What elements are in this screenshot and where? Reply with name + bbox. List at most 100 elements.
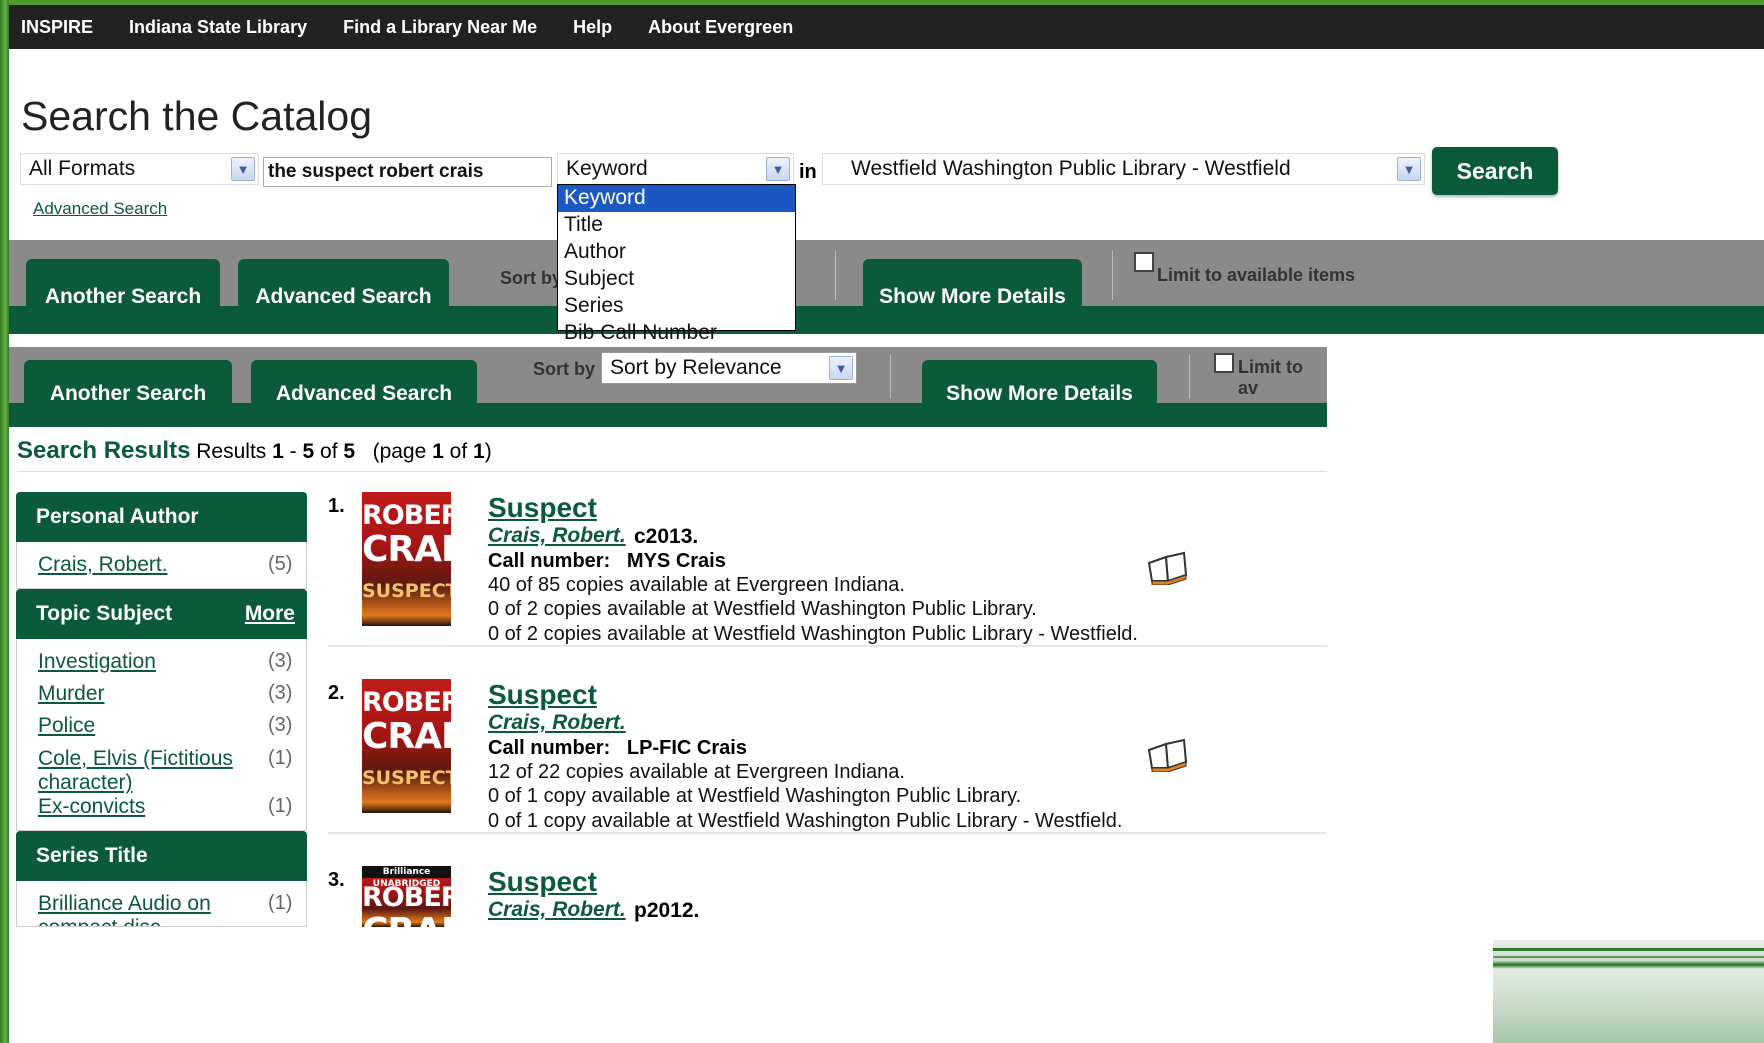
result-availability: 12 of 22 copies available at Evergreen I… [488, 761, 905, 783]
search-type-option-series[interactable]: Series [558, 293, 795, 320]
cover-author-first: ROBERT [362, 500, 451, 531]
result-availability: 0 of 1 copy available at Westfield Washi… [488, 785, 1022, 807]
search-type-select[interactable]: Keyword ▼ [557, 153, 794, 185]
result-title-link[interactable]: Suspect [488, 679, 597, 711]
facet-personal-author: Personal Author [16, 492, 307, 542]
nav-about-evergreen[interactable]: About Evergreen [648, 17, 793, 38]
result-cover-image[interactable]: ROBERT CRAIS SUSPECT [362, 679, 451, 813]
result-title-link[interactable]: Suspect [488, 866, 597, 898]
result-cover-image[interactable]: ROBERT CRAIS SUSPECT [362, 492, 451, 626]
facet-series-title: Series Title [16, 831, 307, 881]
result-call-number: Call number: LP-FIC Crais [488, 737, 747, 760]
results-end: 5 [302, 440, 315, 463]
result-title-link[interactable]: Suspect [488, 492, 597, 524]
header-divider [17, 471, 1327, 472]
another-search-tab-2[interactable]: Another Search [24, 360, 232, 427]
search-type-option-subject[interactable]: Subject [558, 266, 795, 293]
result-separator [328, 645, 1327, 647]
search-type-option-author[interactable]: Author [558, 239, 795, 266]
result-author-link[interactable]: Crais, Robert. [488, 524, 626, 548]
call-number-value: LP-FIC Crais [626, 737, 747, 759]
facet-item-crais-robert[interactable]: Crais, Robert. [38, 551, 168, 578]
search-button[interactable]: Search [1432, 147, 1558, 195]
cover-title: SUSPECT [362, 767, 451, 789]
limit-available-checkbox[interactable] [1134, 252, 1154, 272]
results-start: 1 [272, 440, 284, 463]
results-toolbar-2: Another Search Advanced Search Sort by S… [9, 347, 1327, 427]
result-availability: 0 of 2 copies available at Westfield Was… [488, 623, 1138, 645]
book-icon[interactable] [1146, 738, 1188, 772]
results-panel: Another Search Advanced Search Sort by S… [9, 347, 1327, 927]
facet-personal-author-body: Crais, Robert. (5) [16, 542, 307, 589]
result-separator [328, 832, 1327, 834]
cover-author-last: CRAIS [362, 911, 451, 927]
results-prefix: Results [196, 440, 267, 463]
result-date: c2013. [634, 525, 699, 548]
cover-author-last: CRAIS [362, 529, 451, 570]
sort-by-label-2: Sort by [533, 359, 596, 379]
result-call-number: Call number: MYS Crais [488, 550, 726, 573]
facet-item-cole-elvis[interactable]: Cole, Elvis (Fictitious [38, 745, 233, 772]
slide-left-edge [0, 0, 9, 1043]
facet-topic-subject: Topic Subject More [16, 589, 307, 639]
sort-select[interactable]: Sort by Relevance ▼ [601, 352, 857, 384]
advanced-search-tab[interactable]: Advanced Search [238, 259, 449, 334]
facet-count: (1) [268, 795, 293, 817]
facet-topic-subject-body: Investigation (3) Murder (3) Police (3) … [16, 639, 307, 831]
facet-count: (1) [268, 892, 293, 914]
result-availability: 40 of 85 copies available at Evergreen I… [488, 574, 905, 596]
call-number-value: MYS Crais [626, 550, 726, 572]
results-total: 5 [343, 440, 356, 463]
cover-author-first: ROBERT [362, 687, 451, 718]
search-panel: Search the Catalog All Formats ▼ the sus… [9, 49, 1764, 364]
top-nav: INSPIRE Indiana State Library Find a Lib… [9, 5, 1764, 49]
search-type-option-title[interactable]: Title [558, 212, 795, 239]
facet-item-cole-elvis-cont[interactable]: character) [38, 769, 133, 796]
result-cover-image[interactable]: Brilliance UNABRIDGED ROBERT CRAIS [362, 866, 451, 927]
facet-item-murder[interactable]: Murder [38, 680, 105, 707]
nav-inspire[interactable]: INSPIRE [21, 17, 93, 38]
search-input[interactable]: the suspect robert crais [263, 157, 552, 187]
facet-item-investigation[interactable]: Investigation [38, 648, 156, 675]
result-availability: 0 of 2 copies available at Westfield Was… [488, 598, 1037, 620]
facet-count: (1) [268, 747, 293, 769]
nav-help[interactable]: Help [573, 17, 612, 38]
format-select[interactable]: All Formats ▼ [20, 153, 259, 185]
advanced-search-tab-2[interactable]: Advanced Search [251, 360, 477, 427]
page-prefix: (page [372, 440, 427, 463]
nav-find-library[interactable]: Find a Library Near Me [343, 17, 537, 38]
book-icon[interactable] [1146, 551, 1188, 585]
another-search-tab[interactable]: Another Search [26, 259, 220, 334]
facet-personal-author-title: Personal Author [36, 505, 199, 528]
library-select-value: Westfield Washington Public Library - We… [851, 157, 1291, 180]
facet-count: (3) [268, 650, 293, 672]
search-type-option-bib-call-number[interactable]: Bib Call Number [558, 320, 795, 347]
toolbar-divider [1112, 250, 1113, 300]
nav-indiana-state-library[interactable]: Indiana State Library [129, 17, 307, 38]
advanced-search-link[interactable]: Advanced Search [33, 199, 167, 219]
toolbar-divider [890, 355, 891, 399]
limit-available-checkbox-2[interactable] [1214, 353, 1234, 373]
facet-topic-subject-title: Topic Subject [36, 602, 173, 625]
facet-count: (3) [268, 682, 293, 704]
result-author-link[interactable]: Crais, Robert. [488, 898, 626, 922]
limit-available-label: Limit to available items [1157, 265, 1356, 285]
facet-series-title-body: Brilliance Audio on compact disc (1) [16, 881, 307, 927]
facet-item-ex-convicts[interactable]: Ex-convicts [38, 793, 145, 820]
facet-item-police[interactable]: Police [38, 712, 95, 739]
chevron-down-icon: ▼ [231, 157, 255, 181]
facet-topic-more-link[interactable]: More [245, 602, 295, 626]
cover-author-first: ROBERT [362, 882, 451, 913]
cover-author-last: CRAIS [362, 716, 451, 757]
facet-item-brilliance-audio-cont[interactable]: compact disc [38, 914, 161, 926]
show-more-details-tab[interactable]: Show More Details [863, 259, 1082, 334]
search-type-dropdown: Keyword Title Author Subject Series Bib … [557, 184, 796, 344]
toolbar-divider [1189, 355, 1190, 399]
search-type-option-keyword[interactable]: Keyword [558, 185, 795, 212]
sort-by-label: Sort by [500, 268, 563, 288]
chevron-down-icon: ▼ [829, 356, 853, 380]
result-author-link[interactable]: Crais, Robert. [488, 711, 626, 735]
show-more-details-tab-2[interactable]: Show More Details [922, 360, 1157, 427]
facet-item-brilliance-audio[interactable]: Brilliance Audio on [38, 890, 211, 917]
library-select[interactable]: Westfield Washington Public Library - We… [822, 153, 1425, 185]
